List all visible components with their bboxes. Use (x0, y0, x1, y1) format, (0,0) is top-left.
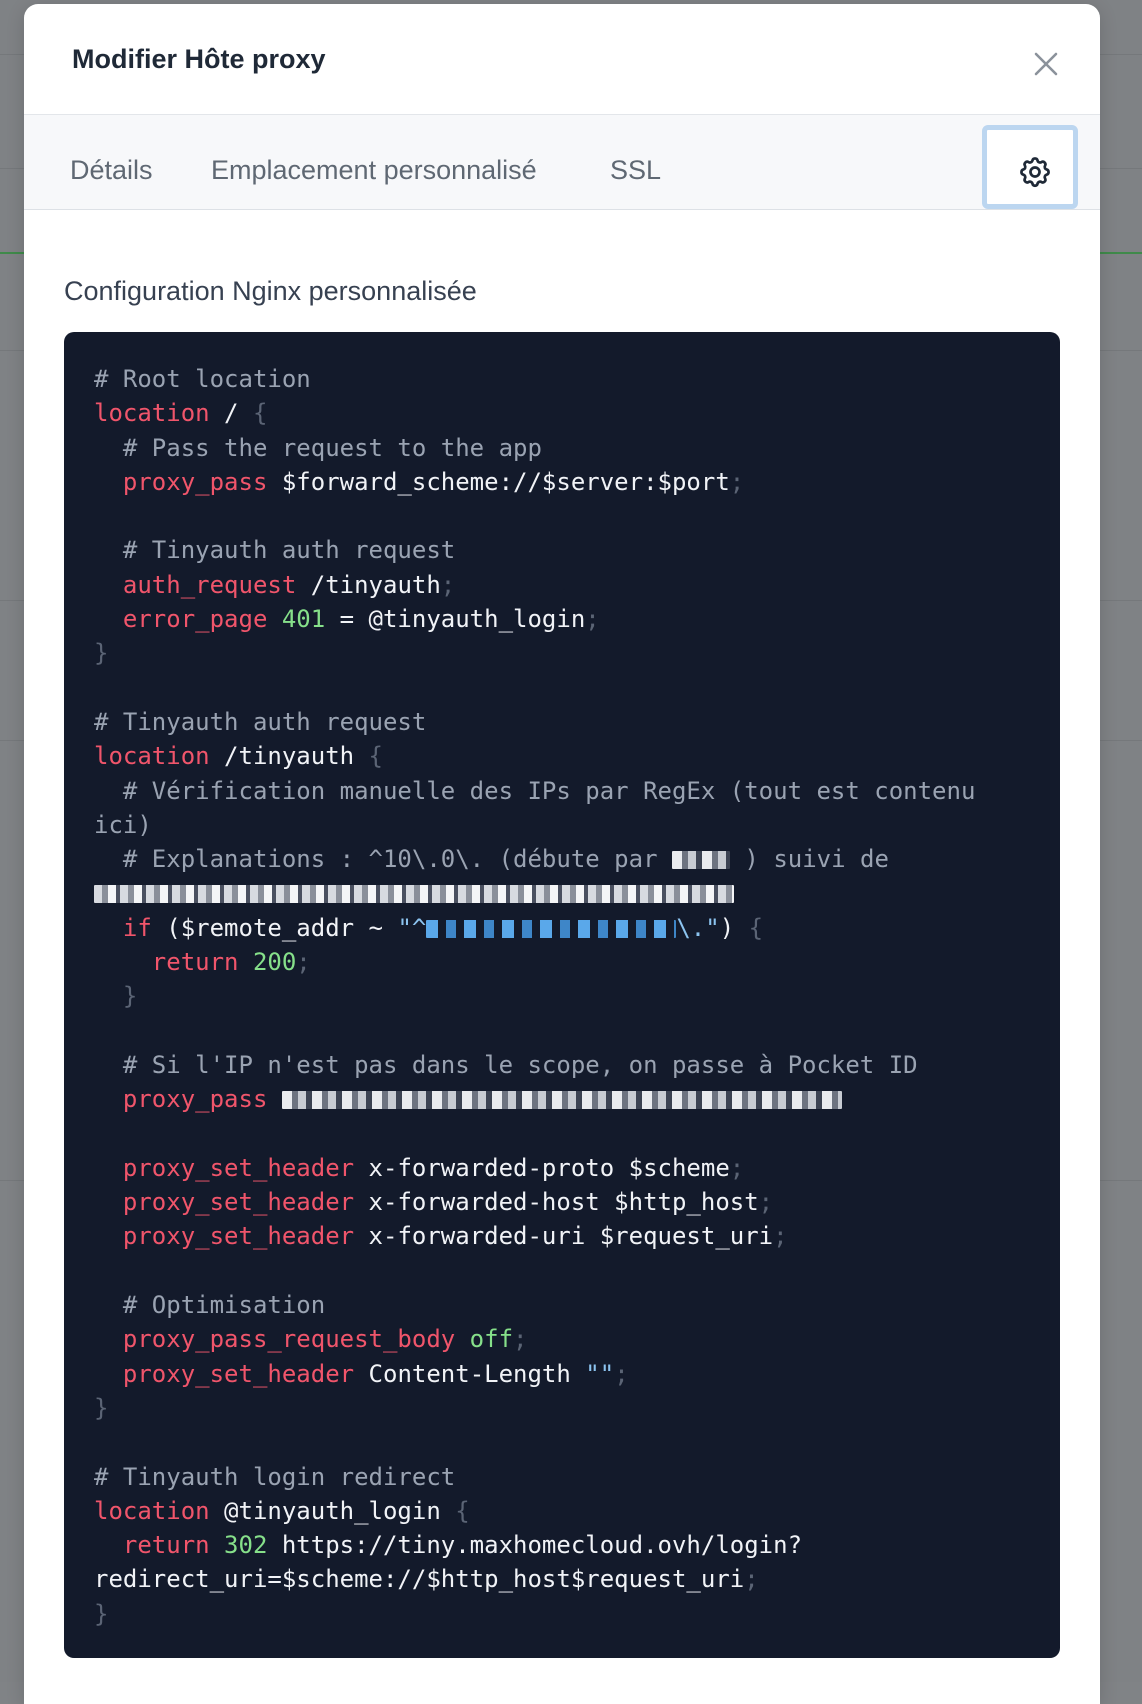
redacted-text (426, 919, 677, 938)
tab-details[interactable]: Détails (70, 155, 153, 186)
tab-ssl[interactable]: SSL (610, 155, 661, 186)
edit-proxy-host-modal: Modifier Hôte proxy Détails Emplacement … (24, 4, 1100, 1704)
modal-title: Modifier Hôte proxy (72, 44, 326, 74)
tab-custom-locations[interactable]: Emplacement personnalisé (211, 155, 537, 186)
close-button[interactable] (1028, 46, 1064, 82)
modal-header: Modifier Hôte proxy (24, 4, 1100, 115)
close-icon (1034, 52, 1058, 76)
section-label: Configuration Nginx personnalisée (64, 276, 477, 306)
gear-icon (1020, 157, 1050, 188)
code-content: # Root location location / { # Pass the … (94, 365, 976, 1628)
redacted-text (281, 1091, 842, 1110)
redacted-text (671, 851, 730, 870)
tab-bar: Détails Emplacement personnalisé SSL (24, 115, 1100, 210)
redacted-text (94, 885, 734, 904)
nginx-config-editor[interactable]: # Root location location / { # Pass the … (64, 332, 1060, 1658)
tab-advanced[interactable] (982, 125, 1078, 209)
